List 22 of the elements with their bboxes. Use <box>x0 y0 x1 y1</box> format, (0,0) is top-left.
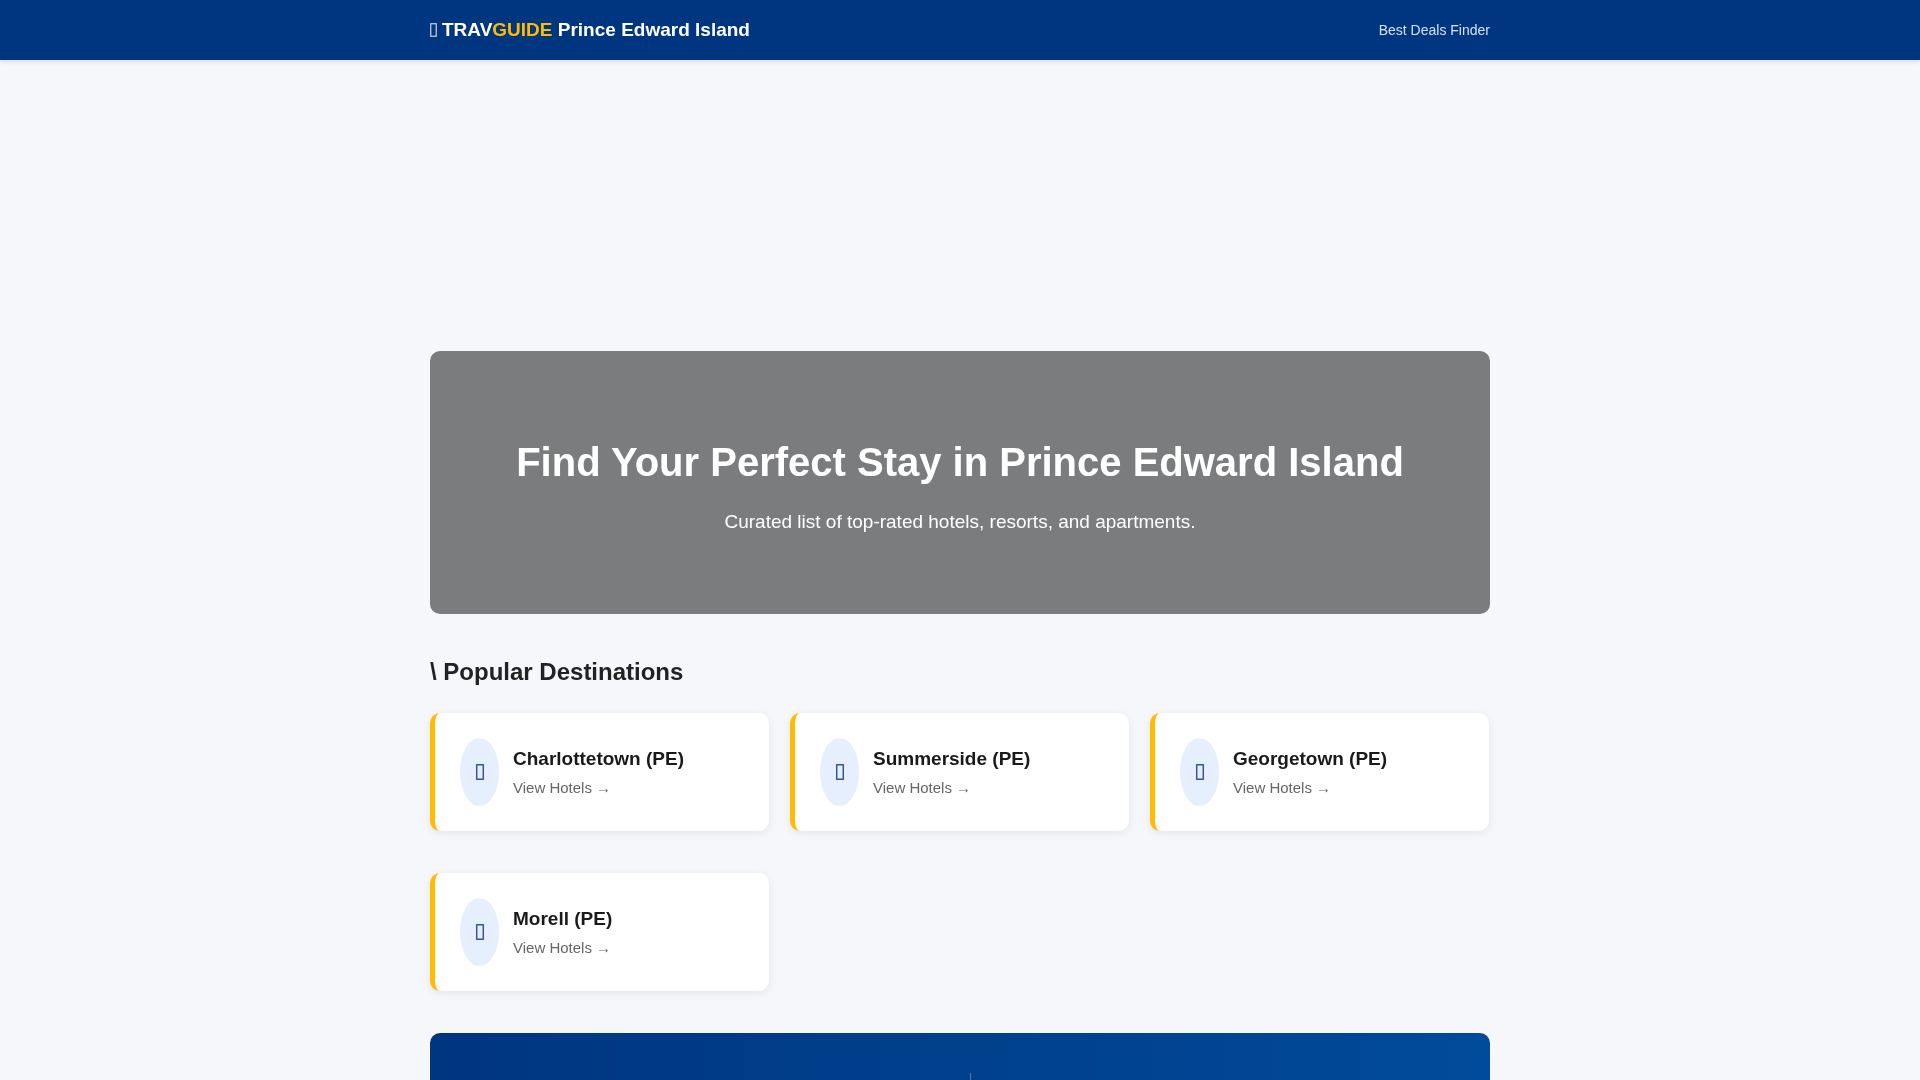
destination-name: Charlottetown (PE) <box>513 747 684 770</box>
view-hotels-link[interactable]: View Hotels → <box>873 778 972 796</box>
view-hotels-link[interactable]: View Hotels → <box>513 938 612 956</box>
section-heading: \ Popular Destinations <box>430 658 685 686</box>
hero-title: Find Your Perfect Stay in Prince Edward Island <box>515 440 1405 485</box>
destination-name: Summerside (PE) <box>873 747 1031 770</box>
missing-glyph-icon <box>475 764 484 780</box>
hero-subtitle: Curated list of top-rated hotels, resorts, and apartments. <box>723 511 1197 533</box>
view-hotels-link[interactable]: View Hotels → <box>513 778 612 796</box>
view-hotels-link[interactable]: View Hotels → <box>1233 778 1332 796</box>
site-logo[interactable]: TRAVGUIDE Prince Edward Island <box>442 19 750 41</box>
missing-glyph-icon <box>1195 764 1204 780</box>
missing-glyph-icon <box>475 924 484 940</box>
nav-link[interactable]: Best Deals Finder <box>1378 22 1490 38</box>
destination-name: Georgetown (PE) <box>1233 747 1388 770</box>
destination-name: Morell (PE) <box>513 907 613 930</box>
destination-card[interactable]: Summerside (PE) View Hotels → <box>790 713 1129 831</box>
missing-glyph-icon <box>835 764 844 780</box>
destination-card[interactable]: Georgetown (PE) View Hotels → <box>1150 713 1489 831</box>
destination-card[interactable]: Charlottetown (PE) View Hotels → <box>430 713 769 831</box>
missing-glyph-icon <box>430 23 437 37</box>
destination-card[interactable]: Morell (PE) View Hotels → <box>430 873 769 991</box>
